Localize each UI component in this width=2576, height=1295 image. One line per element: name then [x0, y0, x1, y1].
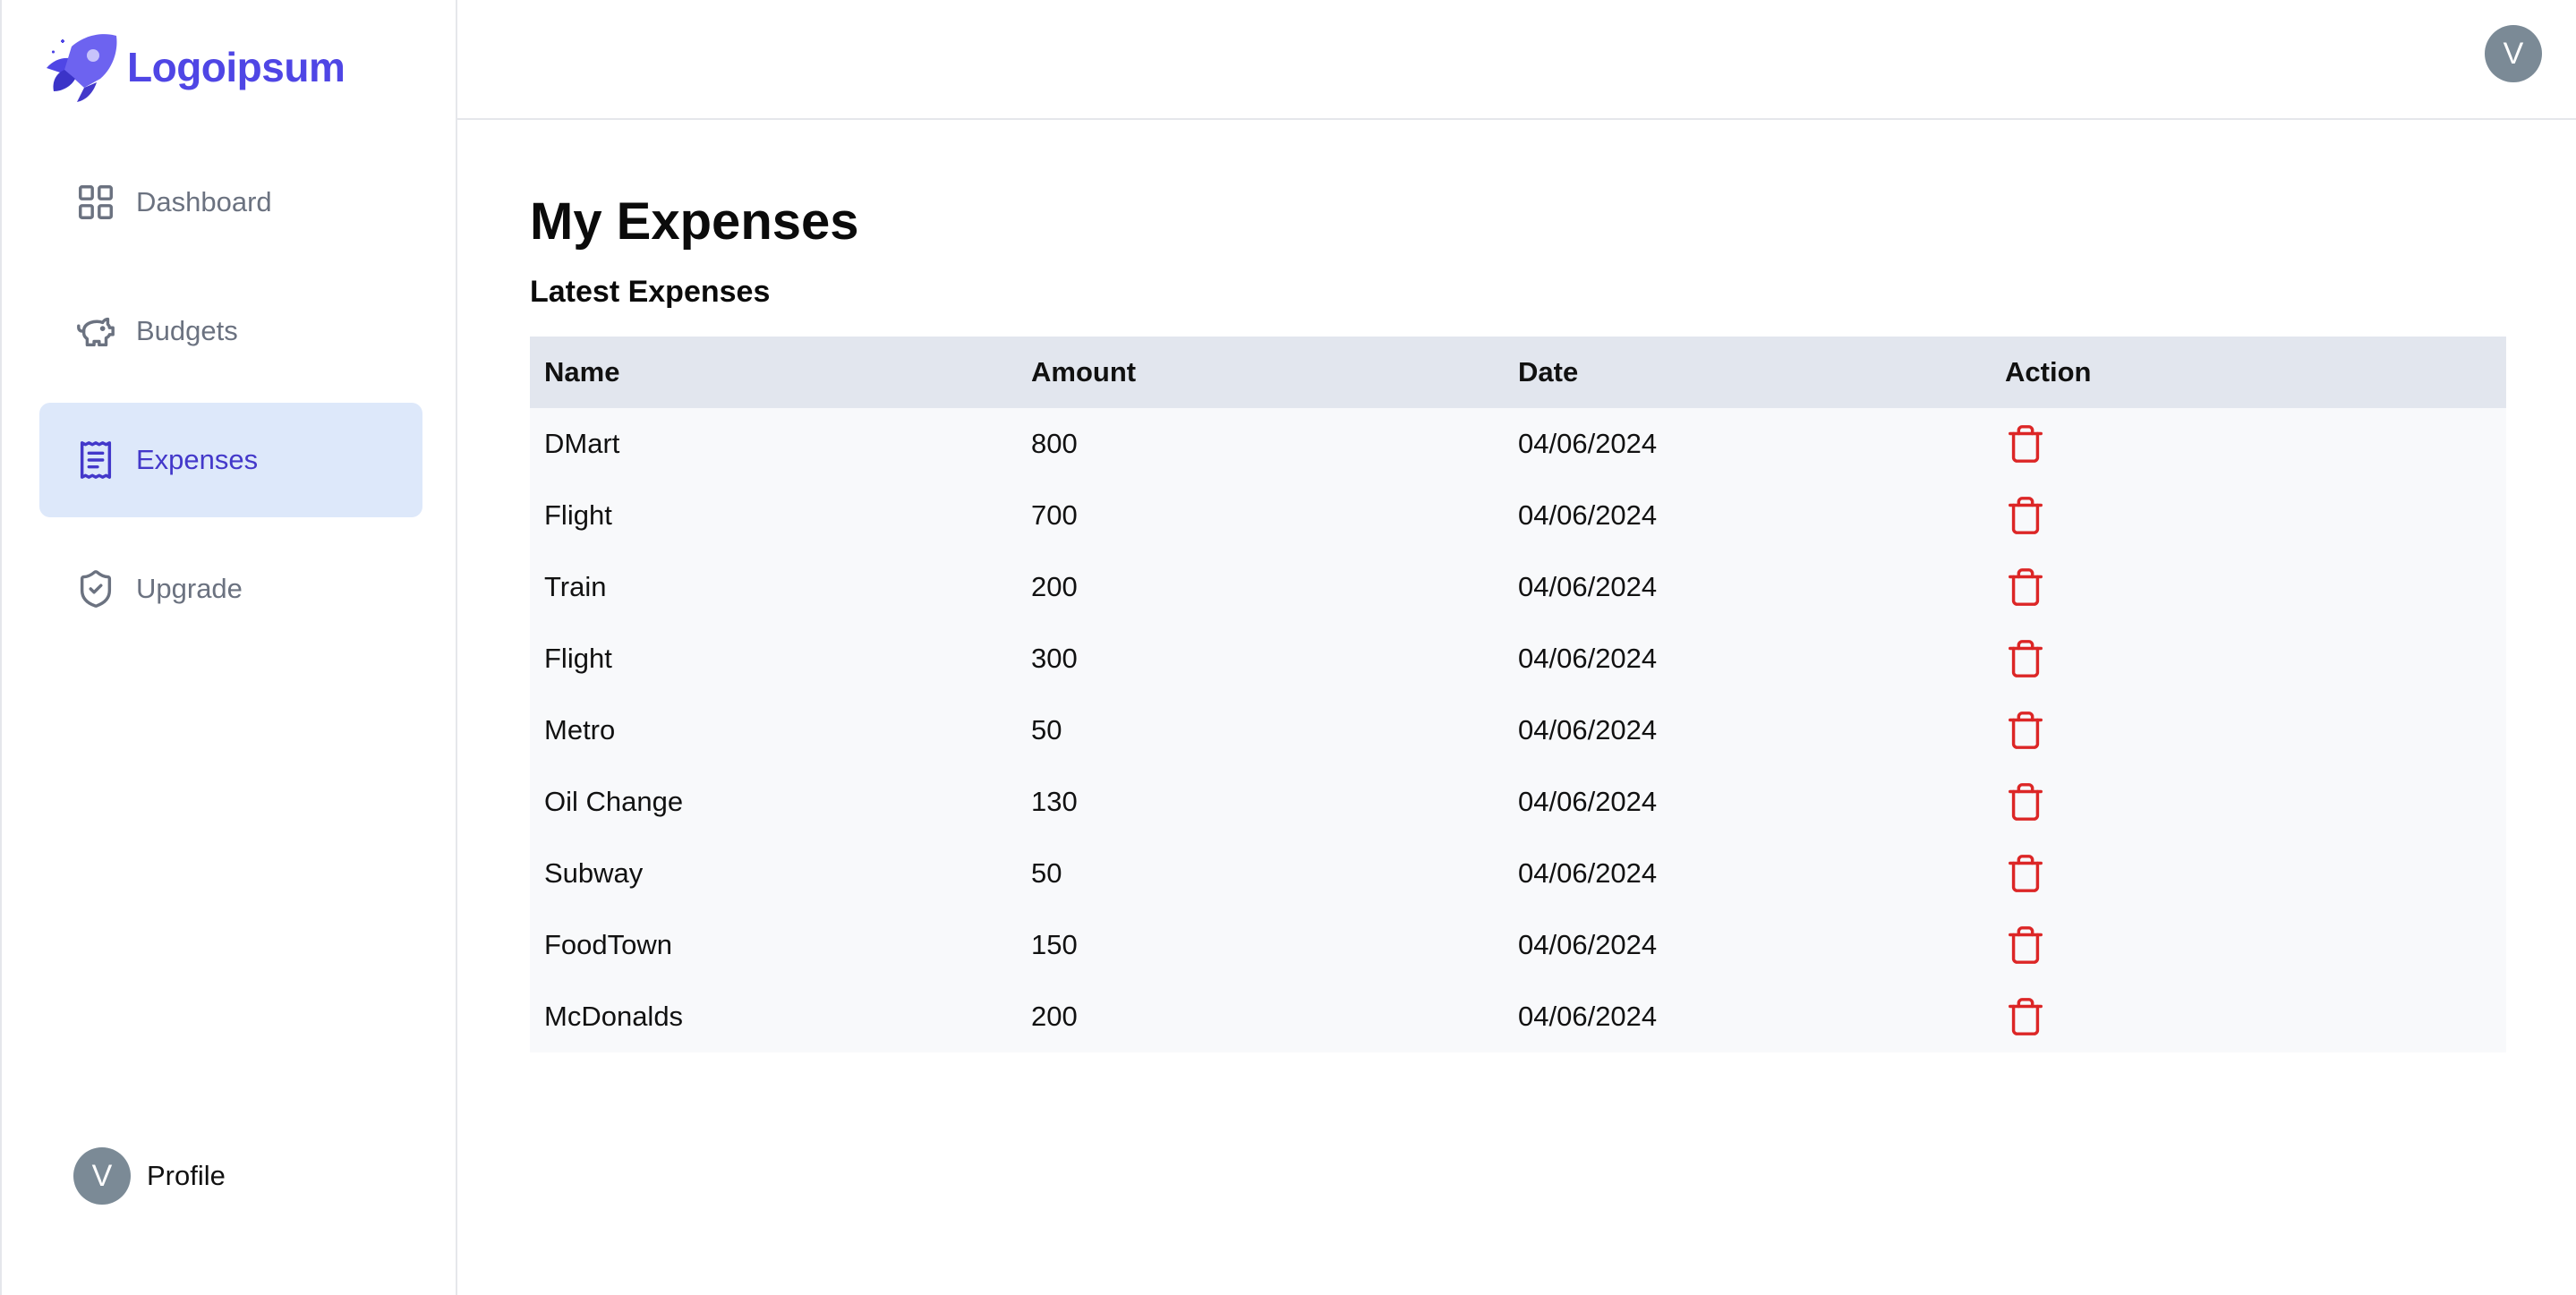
- table-row: Metro 50 04/06/2024: [530, 694, 2506, 766]
- cell-amount: 800: [1031, 428, 1078, 459]
- cell-amount: 150: [1031, 929, 1078, 960]
- cell-date: 04/06/2024: [1518, 929, 1658, 960]
- cell-date: 04/06/2024: [1518, 499, 1658, 531]
- cell-name: Metro: [544, 714, 616, 745]
- brand-name: Logoipsum: [127, 44, 345, 90]
- trash-icon[interactable]: [2005, 924, 2046, 966]
- cell-date: 04/06/2024: [1518, 571, 1658, 602]
- cell-date: 04/06/2024: [1518, 428, 1658, 459]
- cell-amount: 200: [1031, 571, 1078, 602]
- sidebar-item-label: Expenses: [136, 444, 259, 475]
- cell-amount: 130: [1031, 786, 1078, 817]
- column-header-amount: Amount: [1031, 356, 1137, 388]
- cell-amount: 200: [1031, 1001, 1078, 1032]
- section-title: Latest Expenses: [530, 275, 771, 309]
- cell-date: 04/06/2024: [1518, 857, 1658, 889]
- cell-name: Subway: [544, 857, 644, 889]
- layout-grid-icon: [79, 185, 113, 219]
- trash-icon[interactable]: [2005, 495, 2046, 536]
- cell-amount: 300: [1031, 643, 1078, 674]
- main-content: My Expenses Latest Expenses Name Amount …: [530, 120, 2506, 1052]
- table-row: Train 200 04/06/2024: [530, 551, 2506, 623]
- cell-name: DMart: [544, 428, 620, 459]
- trash-icon[interactable]: [2005, 710, 2046, 751]
- trash-icon[interactable]: [2005, 781, 2046, 822]
- cell-action: [1991, 710, 2506, 751]
- table-row: DMart 800 04/06/2024: [530, 408, 2506, 480]
- sidebar-item-dashboard[interactable]: Dashboard: [39, 145, 422, 260]
- cell-name: Train: [544, 571, 607, 602]
- cell-action: [1991, 638, 2506, 679]
- cell-name: FoodTown: [544, 929, 673, 960]
- cell-action: [1991, 495, 2506, 536]
- column-header-name: Name: [544, 356, 620, 388]
- avatar: V: [73, 1147, 131, 1205]
- cell-action: [1991, 853, 2506, 894]
- sidebar-item-budgets[interactable]: Budgets: [39, 274, 422, 388]
- table-row: Flight 300 04/06/2024: [530, 623, 2506, 694]
- cell-action: [1991, 924, 2506, 966]
- sidebar: Logoipsum Dashboard Budgets Expenses Upg…: [0, 0, 457, 1295]
- cell-name: Flight: [544, 643, 612, 674]
- app-root: Logoipsum Dashboard Budgets Expenses Upg…: [0, 0, 2576, 1295]
- expenses-table: Name Amount Date Action DMart 800 04/06/20…: [530, 337, 2506, 1052]
- rocket-logo-icon: [47, 34, 117, 102]
- shield-check-icon: [80, 570, 112, 608]
- cell-date: 04/06/2024: [1518, 714, 1658, 745]
- cell-action: [1991, 567, 2506, 608]
- sidebar-item-expenses[interactable]: Expenses: [39, 403, 422, 517]
- cell-amount: 50: [1031, 714, 1062, 745]
- cell-action: [1991, 996, 2506, 1037]
- table-row: FoodTown 150 04/06/2024: [530, 909, 2506, 981]
- trash-icon[interactable]: [2005, 423, 2046, 464]
- cell-amount: 700: [1031, 499, 1078, 531]
- table-row: Subway 50 04/06/2024: [530, 838, 2506, 909]
- sidebar-item-label: Upgrade: [136, 573, 243, 604]
- cell-date: 04/06/2024: [1518, 643, 1658, 674]
- table-body: DMart 800 04/06/2024 Flight 700 04/06/2024 Tra…: [530, 408, 2506, 1052]
- cell-date: 04/06/2024: [1518, 1001, 1658, 1032]
- cell-name: Oil Change: [544, 786, 684, 817]
- sidebar-nav: Dashboard Budgets Expenses Upgrade: [39, 145, 422, 660]
- sidebar-item-label: Dashboard: [136, 186, 272, 217]
- cell-date: 04/06/2024: [1518, 786, 1658, 817]
- table-header: Name Amount Date Action: [530, 337, 2506, 408]
- cell-name: Flight: [544, 499, 612, 531]
- page-title: My Expenses: [530, 192, 859, 251]
- user-avatar-button[interactable]: V: [2485, 25, 2542, 82]
- cell-action: [1991, 781, 2506, 822]
- trash-icon[interactable]: [2005, 853, 2046, 894]
- profile-link[interactable]: V Profile: [73, 1147, 226, 1205]
- trash-icon[interactable]: [2005, 996, 2046, 1037]
- piggy-bank-icon: [77, 317, 115, 347]
- table-row: Flight 700 04/06/2024: [530, 480, 2506, 551]
- sidebar-item-upgrade[interactable]: Upgrade: [39, 532, 422, 646]
- trash-icon[interactable]: [2005, 638, 2046, 679]
- table-row: McDonalds 200 04/06/2024: [530, 981, 2506, 1052]
- profile-label: Profile: [147, 1160, 226, 1191]
- top-header: V: [457, 0, 2576, 120]
- column-header-action: Action: [2005, 356, 2092, 388]
- column-header-date: Date: [1518, 356, 1579, 388]
- cell-action: [1991, 423, 2506, 464]
- cell-amount: 50: [1031, 857, 1062, 889]
- table-row: Oil Change 130 04/06/2024: [530, 766, 2506, 838]
- sidebar-item-label: Budgets: [136, 315, 238, 346]
- receipt-icon: [80, 441, 112, 479]
- cell-name: McDonalds: [544, 1001, 684, 1032]
- brand-logo[interactable]: Logoipsum: [41, 29, 345, 106]
- trash-icon[interactable]: [2005, 567, 2046, 608]
